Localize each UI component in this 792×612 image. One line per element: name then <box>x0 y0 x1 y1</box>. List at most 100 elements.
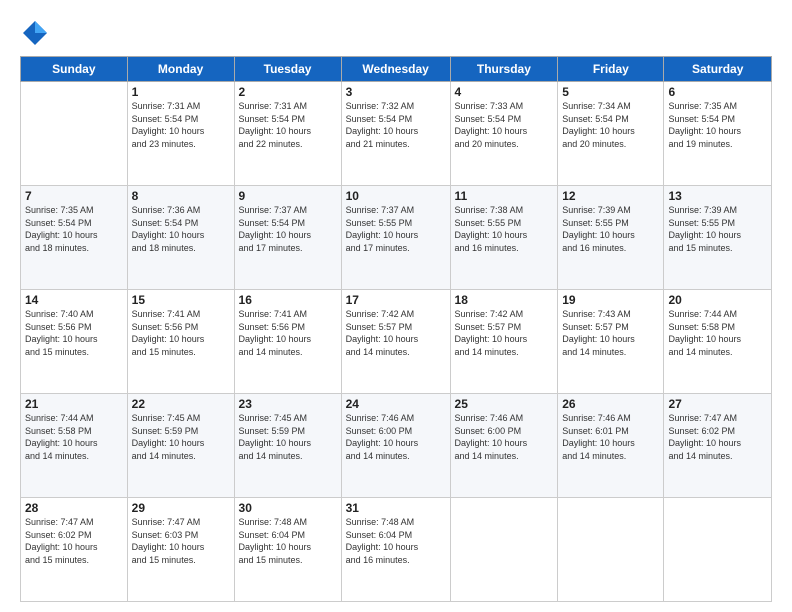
cell-info: Sunrise: 7:41 AM Sunset: 5:56 PM Dayligh… <box>239 308 337 358</box>
day-number: 22 <box>132 397 230 411</box>
calendar-cell: 4Sunrise: 7:33 AM Sunset: 5:54 PM Daylig… <box>450 82 558 186</box>
calendar-cell: 9Sunrise: 7:37 AM Sunset: 5:54 PM Daylig… <box>234 186 341 290</box>
calendar-cell: 19Sunrise: 7:43 AM Sunset: 5:57 PM Dayli… <box>558 290 664 394</box>
cell-info: Sunrise: 7:31 AM Sunset: 5:54 PM Dayligh… <box>239 100 337 150</box>
calendar-cell: 27Sunrise: 7:47 AM Sunset: 6:02 PM Dayli… <box>664 394 772 498</box>
cell-info: Sunrise: 7:47 AM Sunset: 6:03 PM Dayligh… <box>132 516 230 566</box>
calendar-cell <box>450 498 558 602</box>
day-number: 10 <box>346 189 446 203</box>
day-number: 5 <box>562 85 659 99</box>
calendar-cell: 22Sunrise: 7:45 AM Sunset: 5:59 PM Dayli… <box>127 394 234 498</box>
day-number: 9 <box>239 189 337 203</box>
cell-info: Sunrise: 7:48 AM Sunset: 6:04 PM Dayligh… <box>346 516 446 566</box>
calendar-cell: 17Sunrise: 7:42 AM Sunset: 5:57 PM Dayli… <box>341 290 450 394</box>
cell-info: Sunrise: 7:40 AM Sunset: 5:56 PM Dayligh… <box>25 308 123 358</box>
cell-info: Sunrise: 7:33 AM Sunset: 5:54 PM Dayligh… <box>455 100 554 150</box>
cell-info: Sunrise: 7:35 AM Sunset: 5:54 PM Dayligh… <box>668 100 767 150</box>
day-number: 16 <box>239 293 337 307</box>
weekday-header-sunday: Sunday <box>21 57 128 82</box>
calendar-cell: 1Sunrise: 7:31 AM Sunset: 5:54 PM Daylig… <box>127 82 234 186</box>
calendar-cell: 24Sunrise: 7:46 AM Sunset: 6:00 PM Dayli… <box>341 394 450 498</box>
header <box>20 18 772 48</box>
calendar-table: SundayMondayTuesdayWednesdayThursdayFrid… <box>20 56 772 602</box>
cell-info: Sunrise: 7:41 AM Sunset: 5:56 PM Dayligh… <box>132 308 230 358</box>
calendar-cell <box>664 498 772 602</box>
calendar-cell: 16Sunrise: 7:41 AM Sunset: 5:56 PM Dayli… <box>234 290 341 394</box>
calendar-cell: 25Sunrise: 7:46 AM Sunset: 6:00 PM Dayli… <box>450 394 558 498</box>
calendar-cell: 12Sunrise: 7:39 AM Sunset: 5:55 PM Dayli… <box>558 186 664 290</box>
day-number: 27 <box>668 397 767 411</box>
cell-info: Sunrise: 7:37 AM Sunset: 5:55 PM Dayligh… <box>346 204 446 254</box>
calendar-cell: 2Sunrise: 7:31 AM Sunset: 5:54 PM Daylig… <box>234 82 341 186</box>
day-number: 25 <box>455 397 554 411</box>
cell-info: Sunrise: 7:44 AM Sunset: 5:58 PM Dayligh… <box>25 412 123 462</box>
weekday-header-tuesday: Tuesday <box>234 57 341 82</box>
week-row-4: 21Sunrise: 7:44 AM Sunset: 5:58 PM Dayli… <box>21 394 772 498</box>
cell-info: Sunrise: 7:44 AM Sunset: 5:58 PM Dayligh… <box>668 308 767 358</box>
calendar-cell: 30Sunrise: 7:48 AM Sunset: 6:04 PM Dayli… <box>234 498 341 602</box>
weekday-header-monday: Monday <box>127 57 234 82</box>
day-number: 6 <box>668 85 767 99</box>
cell-info: Sunrise: 7:47 AM Sunset: 6:02 PM Dayligh… <box>25 516 123 566</box>
week-row-2: 7Sunrise: 7:35 AM Sunset: 5:54 PM Daylig… <box>21 186 772 290</box>
day-number: 30 <box>239 501 337 515</box>
cell-info: Sunrise: 7:32 AM Sunset: 5:54 PM Dayligh… <box>346 100 446 150</box>
cell-info: Sunrise: 7:42 AM Sunset: 5:57 PM Dayligh… <box>346 308 446 358</box>
day-number: 7 <box>25 189 123 203</box>
cell-info: Sunrise: 7:43 AM Sunset: 5:57 PM Dayligh… <box>562 308 659 358</box>
cell-info: Sunrise: 7:47 AM Sunset: 6:02 PM Dayligh… <box>668 412 767 462</box>
logo-icon <box>20 18 50 48</box>
weekday-header-thursday: Thursday <box>450 57 558 82</box>
calendar-cell: 13Sunrise: 7:39 AM Sunset: 5:55 PM Dayli… <box>664 186 772 290</box>
calendar-cell: 3Sunrise: 7:32 AM Sunset: 5:54 PM Daylig… <box>341 82 450 186</box>
day-number: 29 <box>132 501 230 515</box>
calendar-cell: 26Sunrise: 7:46 AM Sunset: 6:01 PM Dayli… <box>558 394 664 498</box>
cell-info: Sunrise: 7:38 AM Sunset: 5:55 PM Dayligh… <box>455 204 554 254</box>
cell-info: Sunrise: 7:31 AM Sunset: 5:54 PM Dayligh… <box>132 100 230 150</box>
day-number: 20 <box>668 293 767 307</box>
day-number: 11 <box>455 189 554 203</box>
day-number: 23 <box>239 397 337 411</box>
week-row-3: 14Sunrise: 7:40 AM Sunset: 5:56 PM Dayli… <box>21 290 772 394</box>
calendar-cell: 18Sunrise: 7:42 AM Sunset: 5:57 PM Dayli… <box>450 290 558 394</box>
cell-info: Sunrise: 7:36 AM Sunset: 5:54 PM Dayligh… <box>132 204 230 254</box>
calendar-cell: 23Sunrise: 7:45 AM Sunset: 5:59 PM Dayli… <box>234 394 341 498</box>
cell-info: Sunrise: 7:48 AM Sunset: 6:04 PM Dayligh… <box>239 516 337 566</box>
weekday-header-saturday: Saturday <box>664 57 772 82</box>
calendar-cell: 20Sunrise: 7:44 AM Sunset: 5:58 PM Dayli… <box>664 290 772 394</box>
calendar-cell: 8Sunrise: 7:36 AM Sunset: 5:54 PM Daylig… <box>127 186 234 290</box>
cell-info: Sunrise: 7:46 AM Sunset: 6:00 PM Dayligh… <box>346 412 446 462</box>
calendar-cell: 7Sunrise: 7:35 AM Sunset: 5:54 PM Daylig… <box>21 186 128 290</box>
day-number: 31 <box>346 501 446 515</box>
cell-info: Sunrise: 7:35 AM Sunset: 5:54 PM Dayligh… <box>25 204 123 254</box>
calendar-cell: 21Sunrise: 7:44 AM Sunset: 5:58 PM Dayli… <box>21 394 128 498</box>
week-row-1: 1Sunrise: 7:31 AM Sunset: 5:54 PM Daylig… <box>21 82 772 186</box>
weekday-header-row: SundayMondayTuesdayWednesdayThursdayFrid… <box>21 57 772 82</box>
calendar-cell: 14Sunrise: 7:40 AM Sunset: 5:56 PM Dayli… <box>21 290 128 394</box>
calendar-cell: 5Sunrise: 7:34 AM Sunset: 5:54 PM Daylig… <box>558 82 664 186</box>
day-number: 3 <box>346 85 446 99</box>
day-number: 15 <box>132 293 230 307</box>
cell-info: Sunrise: 7:37 AM Sunset: 5:54 PM Dayligh… <box>239 204 337 254</box>
cell-info: Sunrise: 7:46 AM Sunset: 6:00 PM Dayligh… <box>455 412 554 462</box>
calendar-cell <box>558 498 664 602</box>
calendar-cell: 15Sunrise: 7:41 AM Sunset: 5:56 PM Dayli… <box>127 290 234 394</box>
week-row-5: 28Sunrise: 7:47 AM Sunset: 6:02 PM Dayli… <box>21 498 772 602</box>
day-number: 14 <box>25 293 123 307</box>
page: SundayMondayTuesdayWednesdayThursdayFrid… <box>0 0 792 612</box>
calendar-cell: 29Sunrise: 7:47 AM Sunset: 6:03 PM Dayli… <box>127 498 234 602</box>
day-number: 26 <box>562 397 659 411</box>
day-number: 28 <box>25 501 123 515</box>
day-number: 2 <box>239 85 337 99</box>
day-number: 19 <box>562 293 659 307</box>
calendar-cell: 10Sunrise: 7:37 AM Sunset: 5:55 PM Dayli… <box>341 186 450 290</box>
cell-info: Sunrise: 7:45 AM Sunset: 5:59 PM Dayligh… <box>239 412 337 462</box>
calendar-cell: 31Sunrise: 7:48 AM Sunset: 6:04 PM Dayli… <box>341 498 450 602</box>
day-number: 18 <box>455 293 554 307</box>
calendar-cell: 11Sunrise: 7:38 AM Sunset: 5:55 PM Dayli… <box>450 186 558 290</box>
logo <box>20 18 56 48</box>
day-number: 13 <box>668 189 767 203</box>
cell-info: Sunrise: 7:45 AM Sunset: 5:59 PM Dayligh… <box>132 412 230 462</box>
calendar-cell: 28Sunrise: 7:47 AM Sunset: 6:02 PM Dayli… <box>21 498 128 602</box>
cell-info: Sunrise: 7:39 AM Sunset: 5:55 PM Dayligh… <box>562 204 659 254</box>
